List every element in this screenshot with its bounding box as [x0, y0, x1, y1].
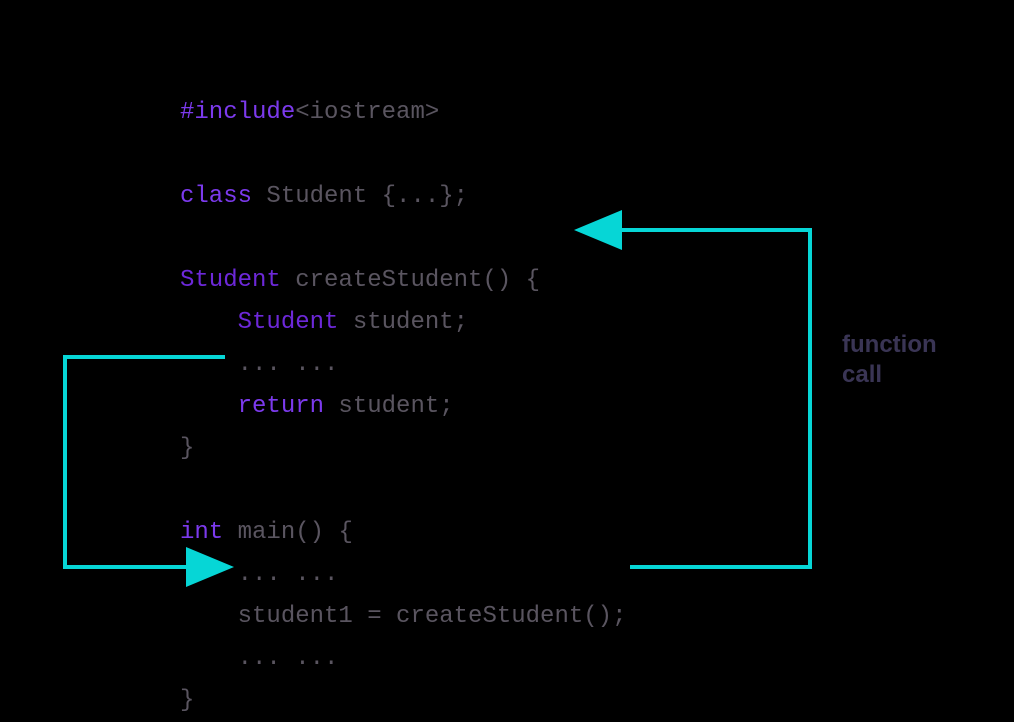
- local-var: student;: [338, 309, 468, 336]
- indent: [180, 603, 238, 630]
- include-directive: #include: [180, 99, 295, 126]
- class-body: {...};: [382, 183, 468, 210]
- return-keyword: return: [238, 393, 324, 420]
- function-signature: createStudent() {: [281, 267, 540, 294]
- indent: [180, 309, 238, 336]
- indent: [180, 561, 238, 588]
- include-header: <iostream>: [295, 99, 439, 126]
- int-keyword: int: [180, 519, 223, 546]
- ellipsis: ... ...: [238, 561, 339, 588]
- class-name: Student: [252, 183, 382, 210]
- return-type: Student: [180, 267, 281, 294]
- return-value: student;: [324, 393, 454, 420]
- function-call-label: function call: [842, 330, 937, 390]
- class-keyword: class: [180, 183, 252, 210]
- ellipsis: ... ...: [238, 351, 339, 378]
- ellipsis: ... ...: [238, 645, 339, 672]
- code-block: #include<iostream> class Student {...}; …: [180, 50, 626, 722]
- close-brace: }: [180, 687, 194, 714]
- close-brace: }: [180, 435, 194, 462]
- indent: [180, 393, 238, 420]
- annotation-line2: call: [842, 360, 937, 390]
- indent: [180, 645, 238, 672]
- local-type: Student: [238, 309, 339, 336]
- annotation-line1: function: [842, 330, 937, 360]
- call-statement: student1 = createStudent();: [238, 603, 627, 630]
- main-signature: main() {: [223, 519, 353, 546]
- indent: [180, 351, 238, 378]
